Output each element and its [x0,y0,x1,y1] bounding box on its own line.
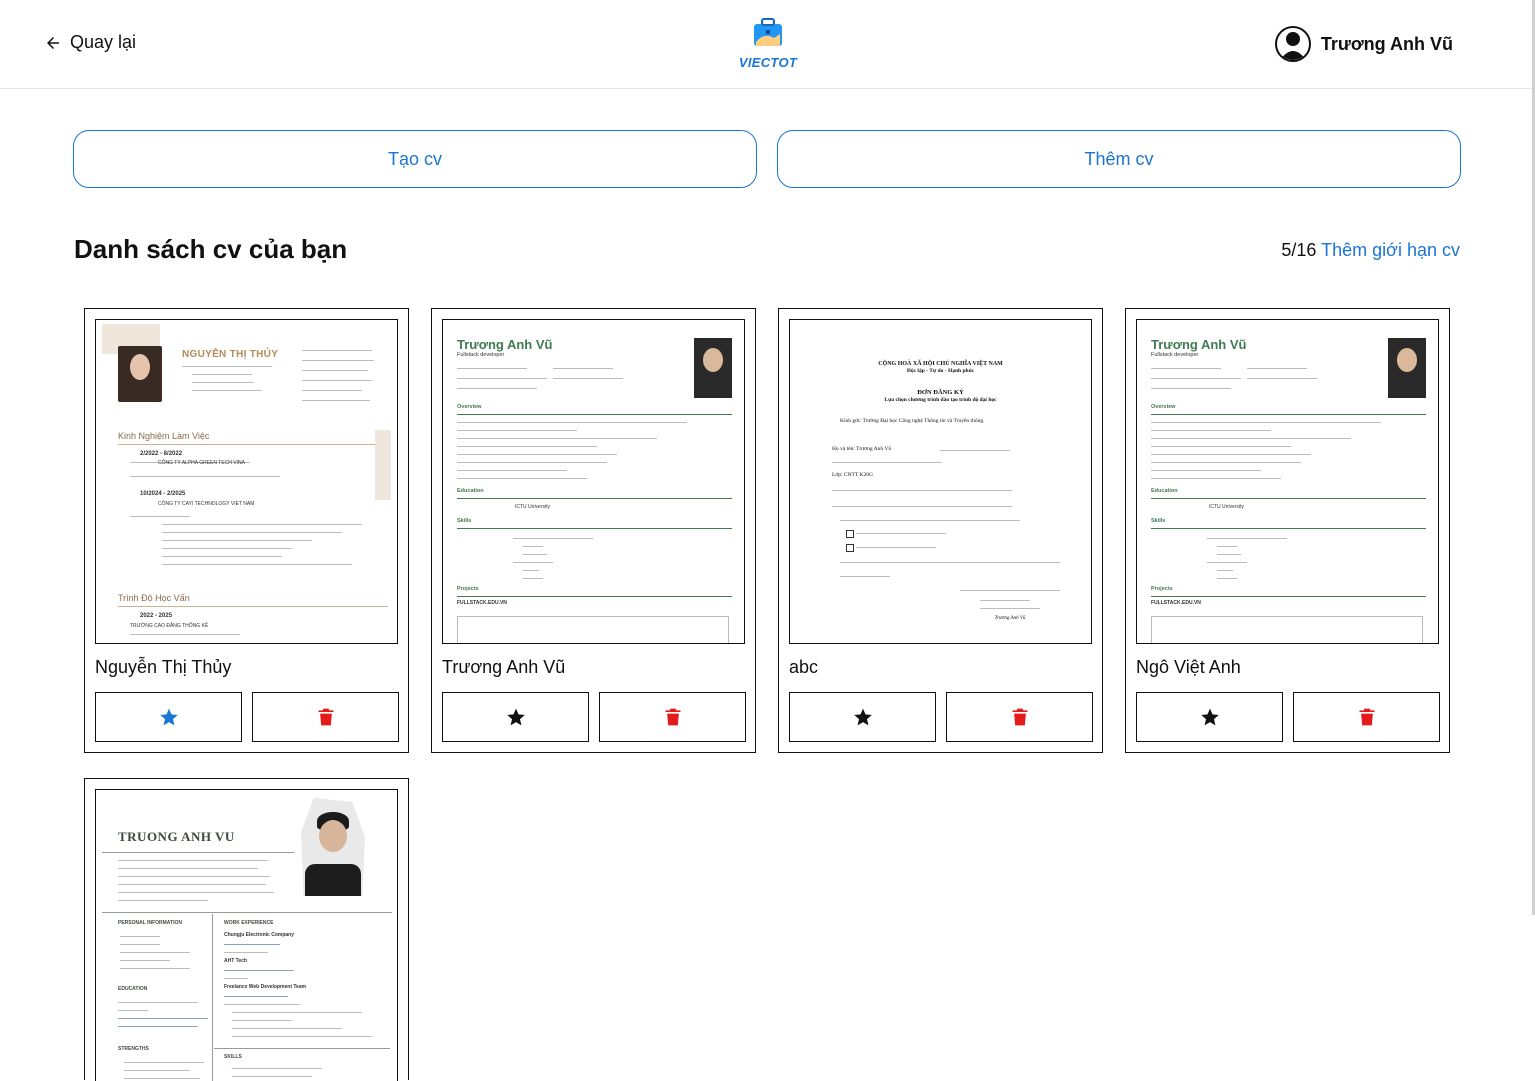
favorite-button[interactable] [789,692,936,742]
arrow-left-icon [47,36,59,49]
cv-preview[interactable]: Trương Anh Vũ Fullstack developer Overvi… [442,319,745,644]
trash-icon [665,708,680,726]
back-label: Quay lại [70,32,137,52]
cv-preview[interactable]: NGUYỄN THỊ THỦY Kinh Nghiệm Làm Việc 2/2… [95,319,398,644]
star-icon [159,708,178,726]
star-icon [1200,708,1219,726]
trash-icon [1012,708,1027,726]
briefcase-logo-icon [750,14,786,50]
page-title: Danh sách cv của bạn [74,234,348,264]
cv-preview[interactable]: CỘNG HOÀ XÃ HỘI CHỦ NGHĨA VIỆT NAM Độc l… [789,319,1092,644]
cv-card: TRUONG ANH VU PERSONAL INFORMATION EDUCA… [84,778,409,1081]
delete-button[interactable] [1293,692,1440,742]
favorite-button[interactable] [95,692,242,742]
cv-card: Trương Anh Vũ Fullstack developer Overvi… [431,308,756,753]
user-menu[interactable]: Trương Anh Vũ [1274,26,1453,62]
delete-button[interactable] [599,692,746,742]
increase-limit-link[interactable]: Thêm giới hạn cv [1321,240,1460,260]
logo[interactable]: VIECTOT [736,12,800,76]
favorite-button[interactable] [442,692,589,742]
star-icon [506,708,525,726]
cv-limit: 5/16 Thêm giới hạn cv [1281,240,1460,261]
top-header: Quay lại VIECTOT Trương Anh Vũ [0,0,1535,89]
delete-button[interactable] [252,692,399,742]
add-cv-button[interactable]: Thêm cv [777,130,1461,188]
cv-name: Nguyễn Thị Thủy [95,657,232,677]
trash-icon [1359,708,1374,726]
cv-name: Trương Anh Vũ [442,657,566,677]
cv-card: CỘNG HOÀ XÃ HỘI CHỦ NGHĨA VIỆT NAM Độc l… [778,308,1103,753]
logo-text: VIECTOT [738,55,798,70]
user-name: Trương Anh Vũ [1320,33,1453,54]
create-cv-button[interactable]: Tạo cv [73,130,757,188]
cv-name: Ngô Việt Anh [1136,657,1241,677]
trash-icon [318,708,333,726]
cv-preview[interactable]: TRUONG ANH VU PERSONAL INFORMATION EDUCA… [95,789,398,1081]
cv-card: NGUYỄN THỊ THỦY Kinh Nghiệm Làm Việc 2/2… [84,308,409,753]
delete-button[interactable] [946,692,1093,742]
avatar [1274,26,1311,62]
back-button[interactable]: Quay lại [44,32,136,53]
cv-card: Trương Anh Vũ Fullstack developer Overvi… [1125,308,1450,753]
favorite-button[interactable] [1136,692,1283,742]
cv-preview[interactable]: Trương Anh Vũ Fullstack developer Overvi… [1136,319,1439,644]
user-icon [1279,32,1306,60]
cv-count: 5/16 [1281,240,1317,260]
cv-name: abc [789,657,819,677]
star-icon [853,708,872,726]
